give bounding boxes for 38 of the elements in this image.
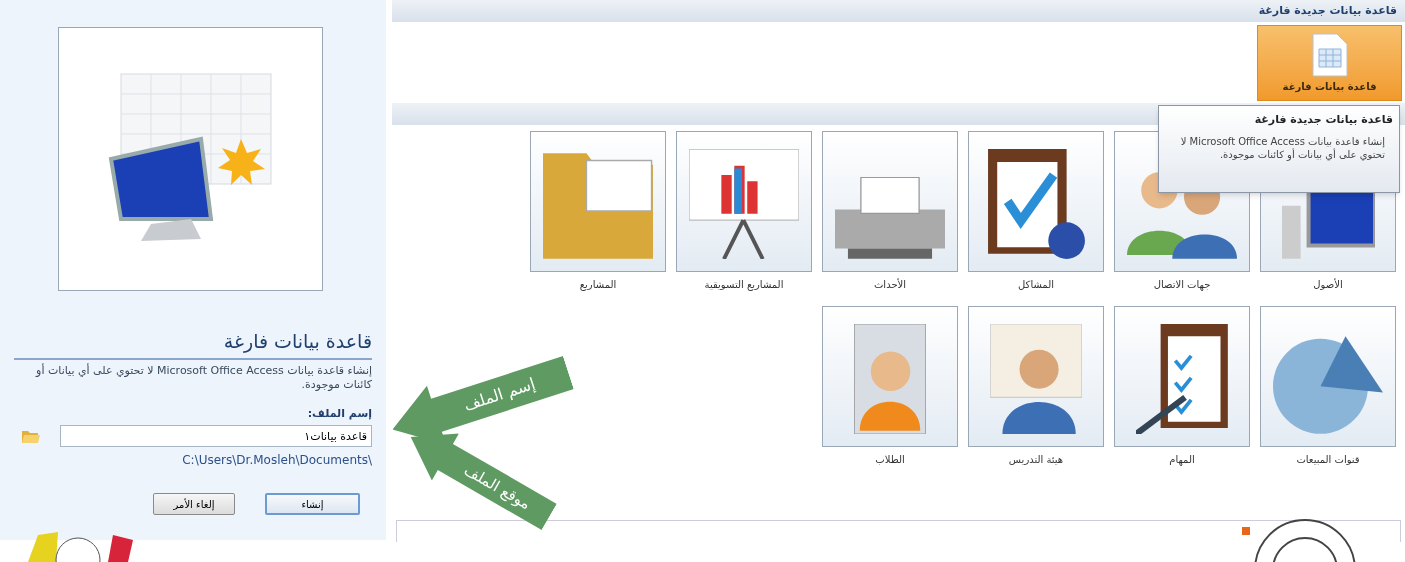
template-label: المشاريع xyxy=(579,278,617,292)
template-label: المشاريع التسويقية xyxy=(704,278,784,292)
template-tile[interactable] xyxy=(1260,306,1396,447)
template-icon xyxy=(854,324,926,434)
template-icon xyxy=(1136,324,1228,434)
template-icon xyxy=(689,149,799,259)
file-path-text: C:\Users\Dr.Mosleh\Documents\ xyxy=(181,452,372,470)
tooltip-text: إنشاء قاعدة بيانات Microsoft Office Access لا تحتوي على أي بيانات أو كائنات موجودة. xyxy=(1179,134,1386,161)
template-tile[interactable] xyxy=(530,131,666,272)
blank-database-tile[interactable]: قاعدة بيانات فارغة xyxy=(1257,25,1402,101)
template-label: جهات الاتصال xyxy=(1153,278,1211,292)
template-tile[interactable] xyxy=(676,131,812,272)
tooltip-title: قاعدة بيانات جديدة فارغة xyxy=(1253,112,1393,128)
template-tile[interactable] xyxy=(822,131,958,272)
template-icon xyxy=(987,149,1085,259)
template-label: هيئة التدريس xyxy=(1008,453,1064,467)
panel-title: قاعدة بيانات فارغة xyxy=(14,330,372,360)
template-tile[interactable] xyxy=(968,131,1104,272)
template-tile[interactable] xyxy=(1114,306,1250,447)
datasheet-icon xyxy=(1311,33,1348,77)
template-tile[interactable] xyxy=(968,306,1104,447)
section-header: قاعدة بيانات جديدة فارغة xyxy=(392,0,1405,22)
template-icon xyxy=(990,324,1082,434)
file-name-label: إسم الملف: xyxy=(306,405,372,422)
file-name-input[interactable]: قاعدة بيانات١ xyxy=(60,425,372,448)
dialog-button[interactable]: إلغاء الأمر xyxy=(153,493,235,516)
template-label: المهام xyxy=(1169,453,1195,467)
template-icon xyxy=(835,177,945,259)
template-tile[interactable] xyxy=(822,306,958,447)
dialog-button[interactable]: إنشاء xyxy=(265,493,360,516)
template-label: الأحداث xyxy=(873,277,907,292)
template-label: الطلاب xyxy=(875,453,905,467)
template-icon xyxy=(1273,336,1383,434)
template-icon xyxy=(543,153,653,259)
template-label: الأصول xyxy=(1313,277,1343,292)
template-label: المشاكل xyxy=(1018,278,1054,292)
template-label: قنوات المبيعات xyxy=(1296,453,1360,467)
description-text: إنشاء قاعدة بيانات Microsoft Office Access لا تحتوي على أي بيانات أو كائنات موجودة. xyxy=(34,363,372,392)
